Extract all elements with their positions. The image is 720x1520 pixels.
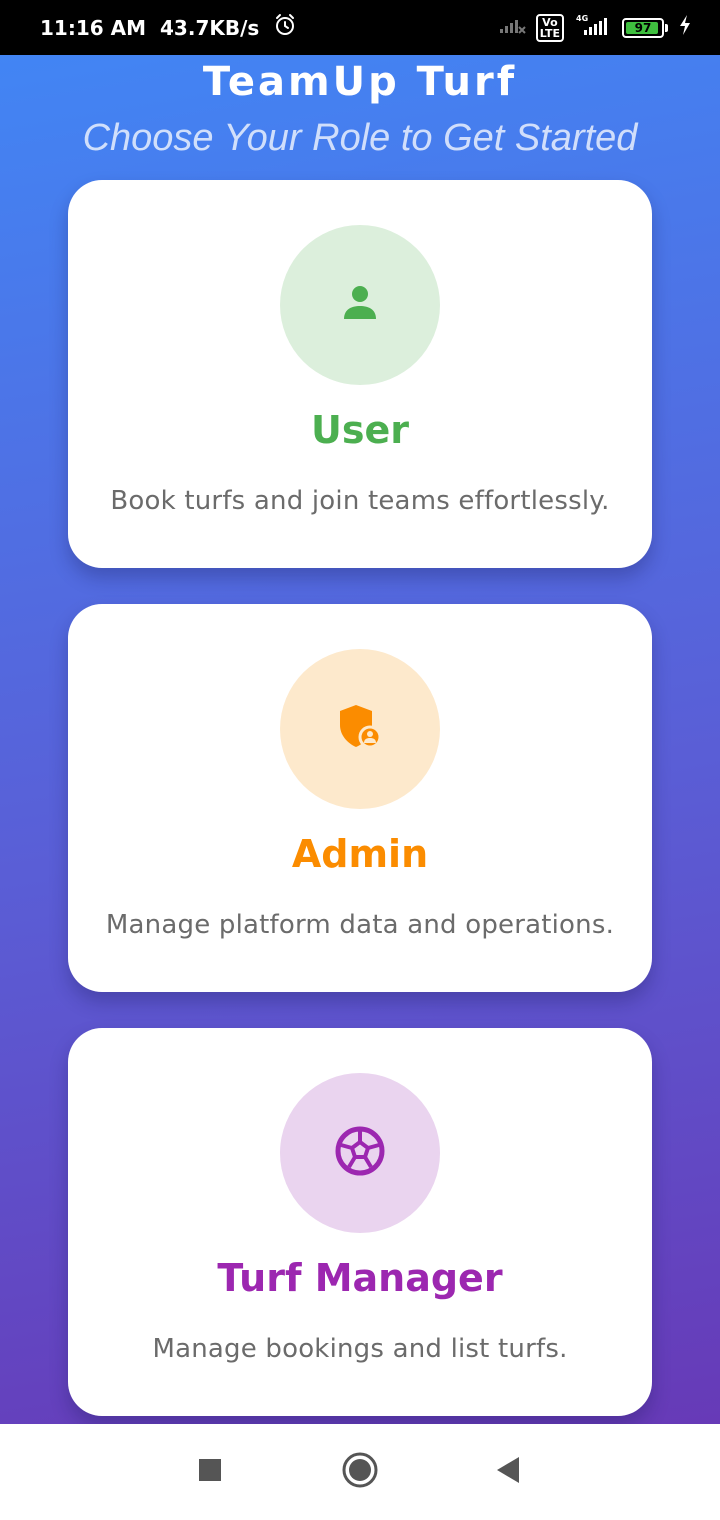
system-navigation-bar	[0, 1424, 720, 1520]
app-title: TeamUp Turf	[202, 59, 518, 105]
status-right: Vo LTE 4G 97	[498, 13, 692, 42]
role-title: Turf Manager	[217, 1256, 503, 1300]
status-left: 11:16 AM 43.7KB/s	[40, 13, 297, 42]
lightning-icon	[678, 14, 692, 41]
alarm-clock-icon	[273, 13, 297, 42]
role-title: Admin	[291, 832, 429, 876]
battery-indicator: 97	[622, 17, 668, 38]
square-icon	[198, 1458, 222, 1487]
volte-icon: Vo LTE	[535, 13, 564, 42]
role-card-user[interactable]: User Book turfs and join teams effortles…	[68, 180, 652, 568]
signal-4g-icon: 4G	[574, 13, 612, 42]
clock: 11:16 AM	[40, 15, 147, 40]
role-icon-circle	[280, 225, 440, 385]
signal-weak-icon	[498, 15, 526, 40]
battery-level: 97	[634, 20, 652, 35]
role-icon-circle	[280, 649, 440, 809]
battery-body: 97	[622, 17, 664, 38]
role-description: Manage bookings and list turfs.	[152, 1334, 568, 1364]
soccer-ball-icon	[333, 1124, 387, 1183]
battery-tip	[665, 23, 668, 32]
volte-label: Vo LTE	[539, 15, 560, 40]
back-button[interactable]	[486, 1450, 530, 1494]
role-selection-screen: TeamUp Turf Choose Your Role to Get Star…	[0, 55, 720, 1424]
person-icon	[336, 279, 384, 332]
svg-text:4G: 4G	[576, 14, 588, 23]
page-subtitle: Choose Your Role to Get Started	[82, 117, 638, 159]
role-description: Book turfs and join teams effortlessly.	[110, 486, 610, 516]
recents-button[interactable]	[188, 1450, 232, 1494]
status-bar: 11:16 AM 43.7KB/s Vo LTE 4G 97	[0, 0, 720, 55]
role-card-turf-manager[interactable]: Turf Manager Manage bookings and list tu…	[68, 1028, 652, 1416]
home-button[interactable]	[338, 1450, 382, 1494]
role-title: User	[311, 408, 409, 452]
role-card-admin[interactable]: Admin Manage platform data and operation…	[68, 604, 652, 992]
circle-home-icon	[340, 1450, 380, 1495]
admin-shield-icon	[334, 701, 386, 758]
role-icon-circle	[280, 1073, 440, 1233]
network-speed: 43.7KB/s	[160, 15, 260, 40]
triangle-back-icon	[495, 1455, 521, 1490]
role-description: Manage platform data and operations.	[105, 910, 615, 940]
